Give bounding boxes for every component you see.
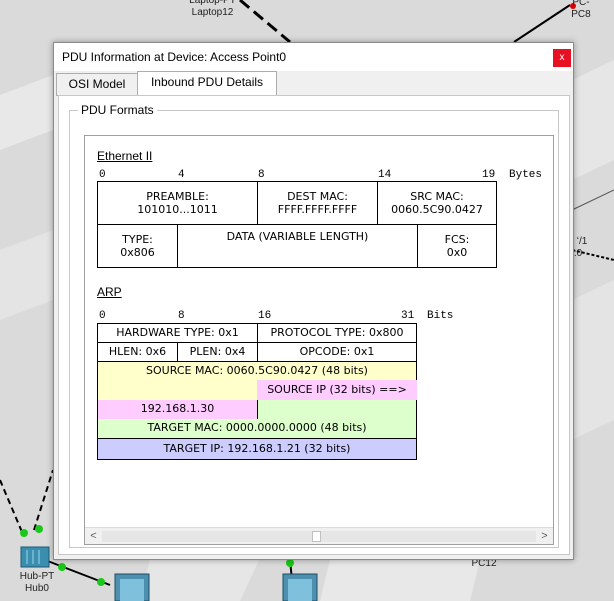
opcode-text: OPCODE: 0x1: [299, 345, 375, 358]
preamble-field: PREAMBLE: 101010...1011: [97, 181, 258, 225]
source-ip-label: SOURCE IP (32 bits) ==>: [267, 383, 407, 396]
hub-name-label: Hub0: [25, 583, 49, 594]
partial-label-a: ʻ/1: [576, 236, 588, 247]
pc-icon[interactable]: [112, 572, 152, 601]
title-bar[interactable]: PDU Information at Device: Access Point0…: [54, 43, 573, 71]
laptop-name-label: Laptop12: [191, 7, 234, 18]
group-label: PDU Formats: [78, 103, 157, 117]
type-value: 0x806: [120, 246, 155, 259]
target-mac-field: TARGET MAC: 0000.0000.0000 (48 bits): [97, 419, 417, 439]
pdu-formats-group: PDU Formats Ethernet II 0 4 8 14 19 Byte…: [69, 103, 559, 548]
target-ip-text: TARGET IP: 192.168.1.21 (32 bits): [163, 442, 351, 455]
tab-inbound-pdu-details[interactable]: Inbound PDU Details: [137, 71, 277, 95]
plen-text: PLEN: 0x4: [189, 345, 246, 358]
source-mac-tail: [97, 380, 258, 401]
fcs-value: 0x0: [446, 246, 468, 259]
preamble-name: PREAMBLE:: [146, 190, 209, 203]
arp-ruler-8: 8: [178, 310, 185, 322]
dest-mac-name: DEST MAC:: [287, 190, 348, 203]
scroll-left-icon[interactable]: <: [85, 528, 102, 544]
fcs-name: FCS:: [444, 233, 470, 246]
arp-ruler-31: 31: [401, 310, 415, 322]
ethernet-title: Ethernet II: [97, 149, 153, 163]
dest-mac-field: DEST MAC: FFFF.FFFF.FFFF: [257, 181, 378, 225]
scroll-track[interactable]: [102, 531, 536, 542]
close-button[interactable]: x: [553, 49, 571, 67]
pc-type-label: PC-: [572, 0, 590, 8]
src-mac-value: 0060.5C90.0427: [391, 203, 483, 216]
hardware-type-text: HARDWARE TYPE: 0x1: [116, 326, 239, 339]
pc8-label: PC8: [571, 9, 591, 20]
source-mac-field: SOURCE MAC: 0060.5C90.0427 (48 bits): [97, 361, 417, 381]
hub-icon[interactable]: [19, 544, 53, 570]
type-name: TYPE:: [122, 233, 153, 246]
source-ip-value-field: 192.168.1.30: [97, 400, 258, 420]
ethernet-ruler-0: 0: [99, 169, 106, 181]
src-mac-name: SRC MAC:: [410, 190, 464, 203]
source-ip-value: 192.168.1.30: [140, 402, 215, 415]
ethernet-unit: Bytes: [509, 169, 543, 181]
hardware-type-field: HARDWARE TYPE: 0x1: [97, 323, 258, 343]
pdu-content: Ethernet II 0 4 8 14 19 Bytes PREAMBLE: …: [85, 136, 553, 526]
dest-mac-value: FFFF.FFFF.FFFF: [277, 203, 358, 216]
target-mac-text: TARGET MAC: 0000.0000.0000 (48 bits): [147, 421, 367, 434]
src-mac-field: SRC MAC: 0060.5C90.0427: [377, 181, 497, 225]
hub-type-label: Hub-PT: [19, 571, 55, 582]
protocol-type-field: PROTOCOL TYPE: 0x800: [257, 323, 417, 343]
tab-osi-model[interactable]: OSI Model: [56, 73, 138, 96]
opcode-field: OPCODE: 0x1: [257, 342, 417, 362]
source-ip-label-field: SOURCE IP (32 bits) ==>: [257, 380, 417, 401]
pdu-info-window: PDU Information at Device: Access Point0…: [53, 42, 574, 560]
fcs-field: FCS: 0x0: [417, 224, 497, 268]
plen-field: PLEN: 0x4: [177, 342, 258, 362]
arp-title: ARP: [97, 285, 122, 299]
pdu-scroll-pane[interactable]: Ethernet II 0 4 8 14 19 Bytes PREAMBLE: …: [84, 135, 554, 545]
ethernet-ruler-4: 4: [178, 169, 185, 181]
data-name: DATA (VARIABLE LENGTH): [226, 230, 369, 243]
protocol-type-text: PROTOCOL TYPE: 0x800: [270, 326, 404, 339]
ethernet-ruler-19: 19: [482, 169, 496, 181]
type-field: TYPE: 0x806: [97, 224, 178, 268]
scroll-thumb[interactable]: [312, 531, 321, 542]
target-mac-head: [257, 400, 417, 420]
preamble-value: 101010...1011: [137, 203, 218, 216]
pc-icon-2[interactable]: [280, 572, 320, 601]
hlen-text: HLEN: 0x6: [108, 345, 167, 358]
arp-unit: Bits: [427, 310, 454, 322]
window-title: PDU Information at Device: Access Point0: [62, 50, 287, 64]
source-mac-text: SOURCE MAC: 0060.5C90.0427 (48 bits): [146, 364, 368, 377]
tab-bar: OSI Model Inbound PDU Details: [54, 71, 573, 96]
arp-ruler-16: 16: [258, 310, 272, 322]
ethernet-ruler-8: 8: [258, 169, 265, 181]
data-field: DATA (VARIABLE LENGTH): [177, 224, 418, 268]
horizontal-scrollbar[interactable]: < >: [85, 527, 553, 544]
tab-panel: PDU Formats Ethernet II 0 4 8 14 19 Byte…: [58, 95, 570, 555]
target-ip-field: TARGET IP: 192.168.1.21 (32 bits): [97, 438, 417, 460]
ethernet-ruler-14: 14: [378, 169, 392, 181]
scroll-right-icon[interactable]: >: [536, 528, 553, 544]
laptop-type-label: Laptop-PT: [189, 0, 236, 6]
hlen-field: HLEN: 0x6: [97, 342, 178, 362]
arp-ruler-0: 0: [99, 310, 106, 322]
